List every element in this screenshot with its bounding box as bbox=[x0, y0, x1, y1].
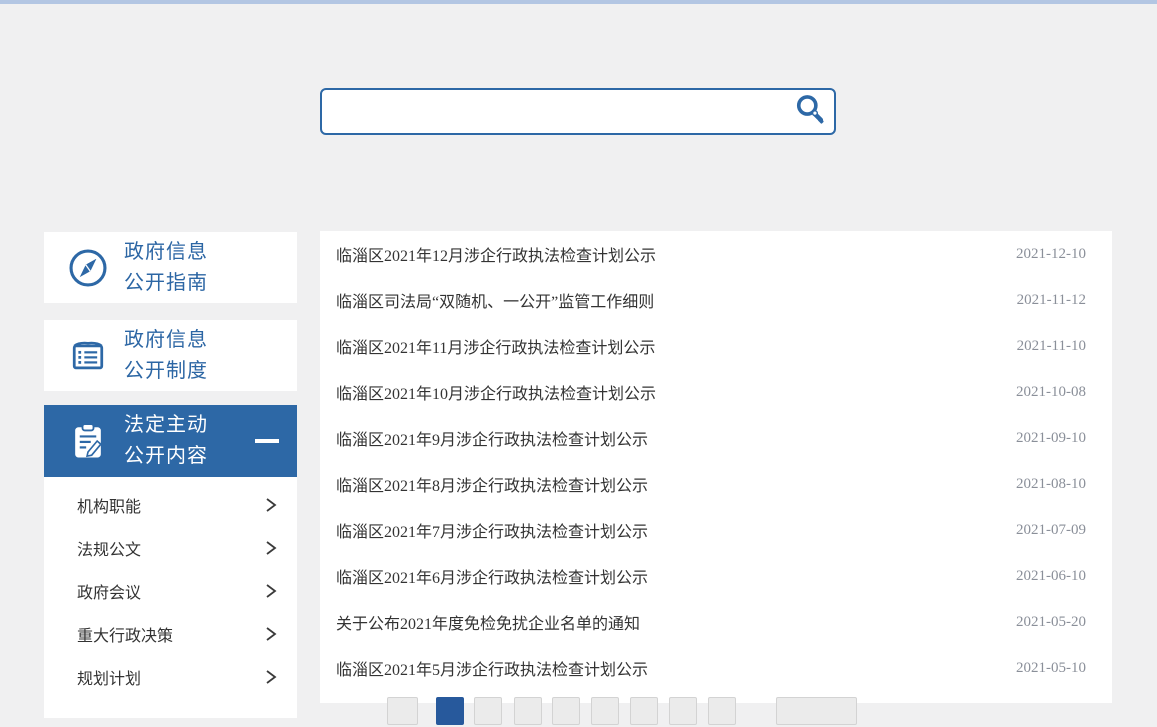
search-bar bbox=[320, 88, 836, 135]
article-row[interactable]: 临淄区2021年11月涉企行政执法检查计划公示 2021-11-10 bbox=[320, 323, 1112, 369]
page-button[interactable] bbox=[552, 697, 580, 725]
article-title[interactable]: 临淄区2021年9月涉企行政执法检查计划公示 bbox=[336, 426, 996, 450]
sidebar: 政府信息 公开指南 政府信息 公开制度 bbox=[44, 232, 297, 718]
article-date: 2021-11-12 bbox=[1017, 292, 1086, 309]
chevron-right-icon bbox=[265, 583, 277, 599]
sidebar-item-label: 法定主动 公开内容 bbox=[124, 410, 208, 472]
page-button[interactable] bbox=[474, 697, 502, 725]
page-button-next[interactable] bbox=[776, 697, 857, 725]
page-button[interactable] bbox=[708, 697, 736, 725]
article-row[interactable]: 临淄区2021年5月涉企行政执法检查计划公示 2021-05-10 bbox=[320, 645, 1112, 691]
chevron-right-icon bbox=[265, 669, 277, 685]
page-button[interactable] bbox=[591, 697, 619, 725]
article-title[interactable]: 临淄区2021年8月涉企行政执法检查计划公示 bbox=[336, 472, 996, 496]
sidebar-item-gov-info-guide[interactable]: 政府信息 公开指南 bbox=[44, 232, 297, 303]
page-button-current[interactable] bbox=[436, 697, 464, 725]
sidebar-item-gov-info-system[interactable]: 政府信息 公开制度 bbox=[44, 320, 297, 391]
article-date: 2021-11-10 bbox=[1017, 338, 1086, 355]
article-date: 2021-08-10 bbox=[1016, 476, 1086, 493]
article-date: 2021-07-09 bbox=[1016, 522, 1086, 539]
sidebar-item-statutory-disclosure[interactable]: 法定主动 公开内容 bbox=[44, 405, 297, 477]
page-button[interactable] bbox=[514, 697, 542, 725]
article-date: 2021-12-10 bbox=[1016, 246, 1086, 263]
document-lines-icon bbox=[66, 334, 110, 378]
article-list-panel: 临淄区2021年12月涉企行政执法检查计划公示 2021-12-10 临淄区司法… bbox=[320, 231, 1112, 703]
page-button[interactable] bbox=[669, 697, 697, 725]
page-button[interactable] bbox=[630, 697, 658, 725]
page-top-accent-bar bbox=[0, 0, 1157, 4]
article-row[interactable]: 临淄区2021年8月涉企行政执法检查计划公示 2021-08-10 bbox=[320, 461, 1112, 507]
chevron-right-icon bbox=[265, 626, 277, 642]
article-date: 2021-05-10 bbox=[1016, 660, 1086, 677]
search-icon bbox=[792, 92, 828, 131]
article-row[interactable]: 临淄区司法局“双随机、一公开”监管工作细则 2021-11-12 bbox=[320, 277, 1112, 323]
article-title[interactable]: 临淄区2021年5月涉企行政执法检查计划公示 bbox=[336, 656, 996, 680]
article-title[interactable]: 关于公布2021年度免检免扰企业名单的通知 bbox=[336, 610, 996, 634]
article-date: 2021-10-08 bbox=[1016, 384, 1086, 401]
sidebar-subitem-planning[interactable]: 规划计划 bbox=[44, 655, 297, 698]
article-row[interactable]: 临淄区2021年10月涉企行政执法检查计划公示 2021-10-08 bbox=[320, 369, 1112, 415]
collapse-minus-icon[interactable] bbox=[255, 439, 279, 443]
article-date: 2021-05-20 bbox=[1016, 614, 1086, 631]
article-title[interactable]: 临淄区2021年10月涉企行政执法检查计划公示 bbox=[336, 380, 996, 404]
chevron-right-icon bbox=[265, 540, 277, 556]
sidebar-item-label: 政府信息 公开制度 bbox=[124, 325, 208, 387]
article-row[interactable]: 临淄区2021年12月涉企行政执法检查计划公示 2021-12-10 bbox=[320, 231, 1112, 277]
compass-icon bbox=[66, 246, 110, 290]
sidebar-item-label: 政府信息 公开指南 bbox=[124, 237, 208, 299]
page-button[interactable] bbox=[387, 697, 418, 725]
sidebar-subitem-org-functions[interactable]: 机构职能 bbox=[44, 483, 297, 526]
search-button[interactable] bbox=[786, 90, 834, 133]
article-date: 2021-06-10 bbox=[1016, 568, 1086, 585]
article-title[interactable]: 临淄区2021年12月涉企行政执法检查计划公示 bbox=[336, 242, 996, 266]
article-date: 2021-09-10 bbox=[1016, 430, 1086, 447]
sidebar-subitem-major-decisions[interactable]: 重大行政决策 bbox=[44, 612, 297, 655]
chevron-right-icon bbox=[265, 497, 277, 513]
article-row[interactable]: 临淄区2021年9月涉企行政执法检查计划公示 2021-09-10 bbox=[320, 415, 1112, 461]
article-title[interactable]: 临淄区2021年7月涉企行政执法检查计划公示 bbox=[336, 518, 996, 542]
pagination bbox=[320, 697, 1112, 727]
article-title[interactable]: 临淄区2021年11月涉企行政执法检查计划公示 bbox=[336, 334, 997, 358]
clipboard-pencil-icon bbox=[66, 419, 110, 463]
article-row[interactable]: 关于公布2021年度免检免扰企业名单的通知 2021-05-20 bbox=[320, 599, 1112, 645]
article-title[interactable]: 临淄区2021年6月涉企行政执法检查计划公示 bbox=[336, 564, 996, 588]
search-input[interactable] bbox=[322, 90, 786, 133]
article-row[interactable]: 临淄区2021年6月涉企行政执法检查计划公示 2021-06-10 bbox=[320, 553, 1112, 599]
sidebar-submenu: 机构职能 法规公文 政府会议 重大行政决策 规划计划 bbox=[44, 477, 297, 718]
article-row[interactable]: 临淄区2021年7月涉企行政执法检查计划公示 2021-07-09 bbox=[320, 507, 1112, 553]
sidebar-subitem-regulations[interactable]: 法规公文 bbox=[44, 526, 297, 569]
article-title[interactable]: 临淄区司法局“双随机、一公开”监管工作细则 bbox=[336, 288, 997, 312]
sidebar-subitem-gov-meetings[interactable]: 政府会议 bbox=[44, 569, 297, 612]
